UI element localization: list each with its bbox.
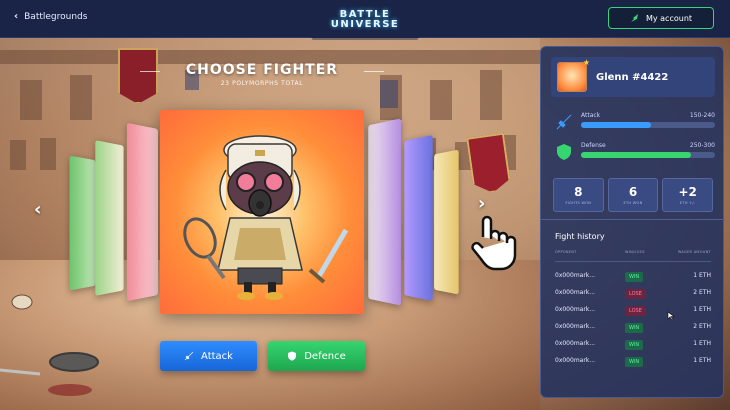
- attack-stat-bar: [581, 122, 715, 128]
- result-badge: LOSE: [625, 306, 646, 316]
- account-label: My account: [645, 13, 693, 23]
- battle-universe-logo: BATTLE UNIVERSE: [296, 0, 434, 40]
- crown-icon: ★: [582, 58, 590, 67]
- fight-counters: 8 FIGHTS WON 6 ETH WON +2 ETH +/-: [553, 178, 714, 212]
- previous-fighter-arrow[interactable]: ‹: [34, 199, 41, 220]
- shield-icon: [557, 144, 571, 160]
- result-badge: WIN: [625, 323, 644, 333]
- result-badge: WIN: [625, 340, 644, 350]
- attack-label: Attack: [201, 350, 233, 362]
- fighter-card-right-1[interactable]: [368, 118, 402, 306]
- attack-button[interactable]: Attack: [160, 341, 257, 371]
- my-account-button[interactable]: My account: [608, 7, 714, 29]
- fighter-card-right-2[interactable]: [404, 134, 433, 302]
- result-badge: LOSE: [625, 289, 646, 299]
- counter-label: ETH +/-: [679, 201, 696, 205]
- logo-line-2: UNIVERSE: [330, 19, 400, 30]
- result-badge: WIN: [625, 357, 644, 367]
- result-badge: WIN: [625, 272, 644, 282]
- fighter-card-left-3[interactable]: [69, 155, 96, 291]
- wager-cell: 1 ETH: [693, 272, 711, 279]
- opponent-cell: 0x000mark...: [555, 357, 596, 364]
- attack-stat-label: Attack: [581, 112, 601, 119]
- counter-fights-won: 8 FIGHTS WON: [553, 178, 604, 212]
- attack-stat: Attack 150-240: [555, 109, 715, 139]
- counter-eth-balance: +2 ETH +/-: [662, 178, 714, 212]
- counter-value: 6: [628, 185, 638, 199]
- wager-cell: 2 ETH: [693, 289, 711, 296]
- chevron-left-icon: ‹: [14, 11, 19, 22]
- sword-icon: [556, 114, 572, 130]
- next-fighter-arrow[interactable]: ›: [478, 193, 485, 214]
- fighter-profile: ★ Glenn #4422: [551, 57, 715, 97]
- wager-cell: 1 ETH: [693, 357, 711, 364]
- counter-eth-won: 6 ETH WON: [607, 178, 659, 212]
- fighter-card-left-1[interactable]: [126, 122, 159, 302]
- defense-stat: Defense 250-300: [555, 139, 715, 169]
- shield-icon: [288, 351, 297, 361]
- hand-pointer-cursor-icon: [471, 215, 517, 271]
- page-title: CHOOSE FIGHTER: [185, 62, 339, 78]
- wager-cell: 1 ETH: [693, 306, 711, 313]
- table-row[interactable]: 0x000mark... WIN 2 ETH: [555, 320, 711, 334]
- mouse-cursor-icon: [667, 311, 675, 321]
- attack-stat-range: 150-240: [689, 112, 715, 119]
- page-subtitle: 23 POLYMORPHS TOTAL: [220, 80, 304, 87]
- wager-cell: 1 ETH: [693, 340, 711, 347]
- banner-left: [118, 48, 158, 104]
- fighter-card-right-3[interactable]: [434, 149, 459, 295]
- row-divider: [555, 261, 711, 262]
- counter-value: 8: [574, 185, 583, 199]
- back-to-battlegrounds-link[interactable]: ‹ Battlegrounds: [14, 11, 87, 22]
- selected-fighter-card[interactable]: [160, 110, 364, 314]
- opponent-cell: 0x000mark...: [555, 306, 596, 313]
- counter-label: FIGHTS WON: [565, 201, 592, 205]
- defense-stat-range: 250-300: [689, 142, 715, 149]
- counter-value: +2: [678, 185, 697, 199]
- table-row[interactable]: 0x000mark... WIN 1 ETH: [555, 337, 711, 351]
- opponent-cell: 0x000mark...: [555, 323, 596, 330]
- table-row[interactable]: 0x000mark... LOSE 1 ETH: [555, 303, 711, 317]
- sword-icon: [184, 351, 194, 361]
- defence-button[interactable]: Defence: [268, 341, 365, 371]
- defense-stat-fill: [581, 152, 691, 158]
- defence-label: Defence: [304, 350, 346, 362]
- panel-divider: [541, 219, 725, 220]
- rocket-icon: [630, 14, 638, 22]
- table-row[interactable]: 0x000mark... WIN 1 ETH: [555, 269, 711, 283]
- attack-stat-fill: [581, 122, 651, 128]
- floor-props-decoration: [0, 294, 99, 396]
- fighter-name: Glenn #4422: [596, 71, 669, 83]
- defense-stat-bar: [581, 152, 715, 158]
- opponent-cell: 0x000mark...: [555, 340, 596, 347]
- fighter-info-panel: ★ Glenn #4422 Attack 150-240 Defense 250…: [540, 46, 725, 398]
- avatar: ★: [557, 58, 590, 92]
- opponent-cell: 0x000mark...: [555, 272, 596, 279]
- col-opponent: OPPONENT: [555, 250, 577, 254]
- table-row[interactable]: 0x000mark... LOSE 2 ETH: [555, 286, 711, 300]
- counter-label: ETH WON: [623, 201, 643, 205]
- wager-cell: 2 ETH: [693, 323, 711, 330]
- back-label: Battlegrounds: [24, 11, 88, 22]
- defense-stat-label: Defense: [581, 142, 606, 149]
- fighter-card-left-2[interactable]: [95, 140, 124, 296]
- opponent-cell: 0x000mark...: [555, 289, 596, 296]
- title-rule-left: [140, 71, 160, 72]
- col-wager: WAGER AMOUNT: [677, 250, 711, 254]
- title-rule-right: [364, 71, 384, 72]
- col-win-loss: WIN/LOSS: [625, 250, 645, 254]
- table-row[interactable]: 0x000mark... WIN 1 ETH: [555, 354, 711, 368]
- fighter-character-image: [183, 135, 349, 300]
- fight-history-title: Fight history: [555, 232, 605, 241]
